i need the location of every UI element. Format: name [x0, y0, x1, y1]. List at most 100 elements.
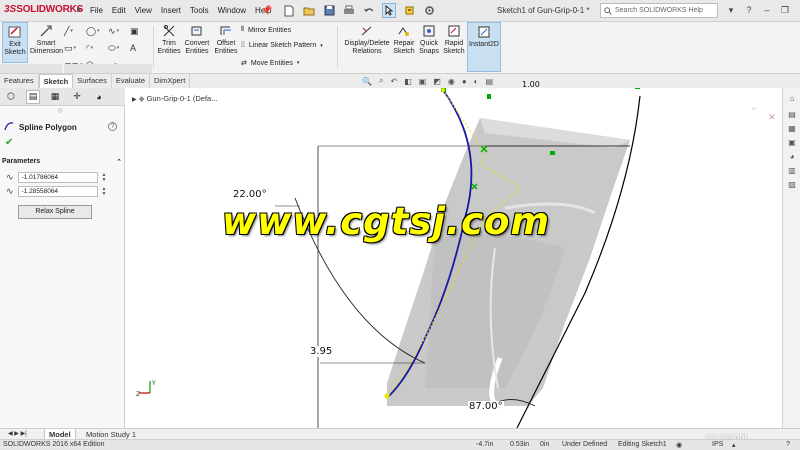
view-orientation-icon[interactable]: ▣ — [419, 77, 427, 86]
search-input[interactable]: Search SOLIDWORKS Help — [600, 3, 718, 18]
file-explorer-icon[interactable]: ▦ — [786, 124, 798, 134]
custom-properties-icon[interactable]: ▥ — [786, 166, 798, 176]
open-folder-icon[interactable] — [302, 3, 316, 18]
pin-icon[interactable]: ⌐ — [752, 103, 757, 113]
undo-icon[interactable] — [362, 3, 376, 18]
line-icon[interactable]: ╱ ▾ — [64, 24, 86, 38]
close-icon[interactable]: ✕ — [796, 3, 800, 17]
menu-window[interactable]: Window — [218, 6, 246, 15]
hide-show-icon[interactable]: ◉ — [448, 77, 455, 86]
solidworks-resources-icon[interactable]: ⌂ — [786, 94, 798, 104]
menu-edit[interactable]: Edit — [112, 6, 126, 15]
parameter-2-spinner[interactable]: ▲ ▼ — [102, 186, 107, 197]
point-icon[interactable]: ▣ — [130, 24, 152, 38]
zoom-area-icon[interactable]: ⌕ — [379, 76, 383, 86]
tab-features[interactable]: Features — [0, 74, 39, 88]
feature-tree-root[interactable]: ▶ ◆ Gun-Grip-0-1 (Defa... — [132, 94, 217, 103]
parameter-2-input[interactable]: -1.28558064 — [17, 186, 98, 197]
restore-icon[interactable]: ❐ — [778, 3, 792, 17]
ellipse-icon[interactable]: ⬭ ▾ — [108, 41, 130, 55]
save-icon[interactable] — [322, 3, 336, 18]
repair-sketch-button[interactable]: Repair Sketch — [392, 22, 416, 63]
dimension-angle-87[interactable]: 87.00° — [468, 401, 504, 412]
convert-entities-button[interactable]: Convert Entities — [183, 22, 211, 63]
smart-dimension-button[interactable]: Smart Dimension — [30, 22, 63, 63]
status-units[interactable]: IPS — [712, 441, 723, 448]
panel-collapse-handle[interactable]: ◇ — [58, 107, 63, 114]
parameter-1-input[interactable]: -1.01786064 — [17, 172, 98, 183]
expand-arrow-icon[interactable]: ▶ — [132, 97, 137, 103]
instant2d-button[interactable]: Instant2D — [467, 22, 501, 72]
configuration-manager-tab-icon[interactable]: ▦ — [48, 90, 62, 104]
tab-sketch[interactable]: Sketch — [38, 74, 74, 88]
graphics-area[interactable]: Y Z 22.00° 3.95 87.00° 1.00 — [125, 80, 782, 428]
display-delete-relations-button[interactable]: Display/Delete Relations — [342, 22, 392, 63]
close-icon[interactable]: ✕ — [768, 112, 776, 123]
help-icon[interactable]: ? — [742, 3, 756, 17]
minimize-icon[interactable]: – — [760, 3, 774, 17]
tab-dimxpert[interactable]: DimXpert — [150, 74, 191, 88]
linear-sketch-pattern-button[interactable]: ⁞⁞ Linear Sketch Pattern ▾ — [241, 42, 323, 49]
zoom-to-fit-icon[interactable]: 🔍 — [362, 77, 372, 86]
pin-icon[interactable]: 📌 — [261, 5, 272, 16]
appearances-icon[interactable]: ◕ — [786, 152, 798, 162]
dimension-partial-top[interactable]: 1.00 — [522, 80, 540, 89]
tab-surfaces[interactable]: Surfaces — [73, 74, 112, 88]
quick-snaps-button[interactable]: Quick Snaps — [417, 22, 441, 63]
offset-entities-button[interactable]: Offset Entities — [213, 22, 239, 63]
select-arrow-icon[interactable] — [382, 3, 396, 18]
display-style-icon[interactable]: ◩ — [433, 77, 441, 86]
ok-check-icon[interactable]: ✔ — [5, 137, 13, 148]
tangent-weight-icon: ∿ — [6, 186, 14, 196]
new-document-icon[interactable] — [282, 3, 296, 18]
scene-icon[interactable]: ◐ — [474, 77, 479, 86]
text-icon[interactable]: A — [130, 41, 152, 55]
chevron-down-icon[interactable]: ▾ — [320, 43, 323, 49]
forum-icon[interactable]: ▧ — [786, 180, 798, 190]
spline-icon[interactable]: ∿ ▾ — [108, 24, 130, 38]
rebuild-status-icon[interactable]: ◉ — [676, 441, 682, 449]
search-dropdown-icon[interactable]: ▾ — [724, 3, 738, 17]
chevron-down-icon[interactable]: ▾ — [297, 60, 300, 66]
parameters-section-header[interactable]: Parameters ⌃ — [2, 158, 122, 168]
menu-view[interactable]: View — [135, 6, 152, 15]
appearance-icon[interactable]: ● — [462, 77, 467, 86]
rectangle-icon[interactable]: ▭ ▾ — [64, 41, 86, 55]
dimension-angle-22[interactable]: 22.00° — [233, 189, 267, 200]
print-icon[interactable] — [342, 3, 356, 18]
rapid-sketch-button[interactable]: Rapid Sketch — [442, 22, 466, 63]
units-dropdown-icon[interactable]: ▴ — [732, 441, 736, 449]
help-icon[interactable]: ? — [108, 122, 117, 131]
exit-sketch-icon — [3, 23, 27, 41]
arc-icon[interactable]: ◜ ▾ — [86, 41, 108, 55]
property-manager-tab-icon[interactable]: ▤ — [26, 89, 40, 104]
mirror-entities-button[interactable]: ⫴ Mirror Entities — [241, 26, 291, 34]
parameter-row-2: ∿ -1.28558064 ▲ ▼ — [6, 186, 107, 197]
section-view-icon[interactable]: ◧ — [404, 77, 412, 86]
move-entities-button[interactable]: ⇄ Move Entities ▾ — [241, 59, 300, 68]
chevron-right-icon[interactable]: ▸ — [77, 4, 82, 15]
sketch-point — [487, 94, 491, 99]
view-palette-icon[interactable]: ▣ — [786, 138, 798, 148]
options-gear-icon[interactable] — [422, 3, 436, 18]
menu-file[interactable]: File — [90, 6, 103, 15]
collapse-chevron-icon[interactable]: ⌃ — [116, 158, 122, 168]
design-library-icon[interactable]: ▤ — [786, 110, 798, 120]
view-settings-icon[interactable]: ▤ — [486, 77, 494, 86]
dimension-length-3-95[interactable]: 3.95 — [309, 346, 334, 357]
dimxpert-manager-tab-icon[interactable]: ✛ — [70, 90, 84, 104]
feature-manager-tab-icon[interactable]: ⬡ — [4, 90, 18, 104]
exit-sketch-button[interactable]: Exit Sketch — [2, 22, 28, 63]
relax-spline-button[interactable]: Relax Spline — [18, 205, 92, 219]
trim-entities-button[interactable]: Trim Entities — [156, 22, 182, 63]
rebuild-icon[interactable] — [402, 3, 416, 18]
tab-evaluate[interactable]: Evaluate — [112, 74, 151, 88]
display-manager-tab-icon[interactable]: ◕ — [92, 90, 106, 104]
menu-tools[interactable]: Tools — [190, 6, 209, 15]
help-icon[interactable]: ? — [786, 441, 790, 448]
previous-view-icon[interactable]: ↶ — [390, 77, 397, 86]
menu-insert[interactable]: Insert — [161, 6, 181, 15]
parameter-1-spinner[interactable]: ▲ ▼ — [102, 172, 107, 183]
solidworks-logo[interactable]: 3SSOLIDWORKS — [4, 4, 83, 15]
circle-icon[interactable]: ◯ ▾ — [86, 24, 108, 38]
